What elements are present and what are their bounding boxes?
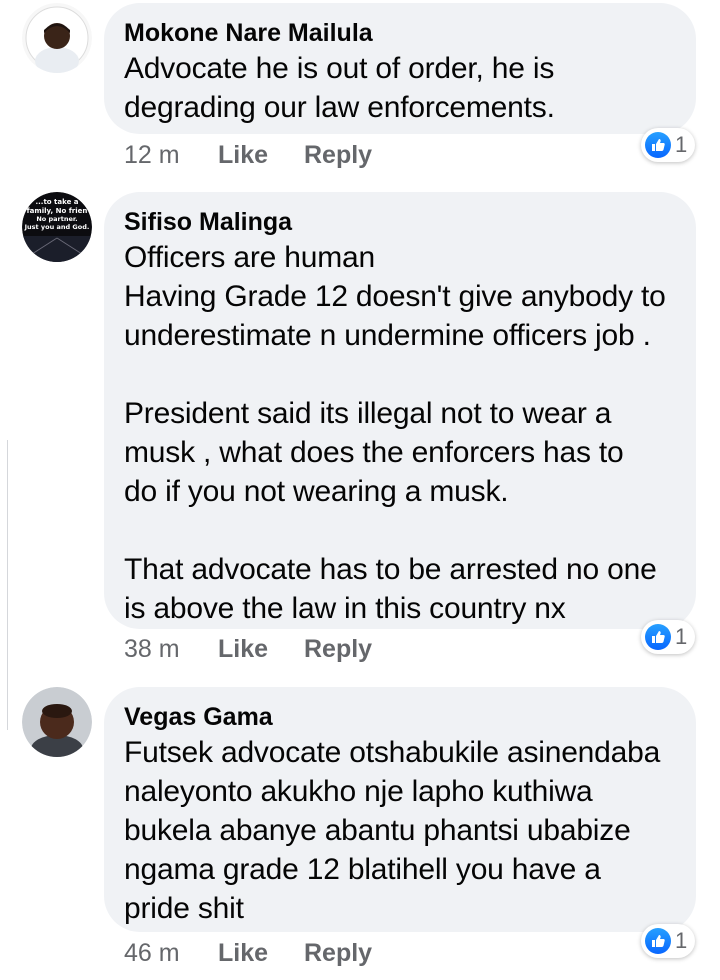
like-reaction-icon [645, 132, 671, 158]
left-edge-divider [7, 440, 8, 730]
avatar[interactable] [22, 687, 92, 757]
avatar[interactable]: ...to take a family, No frien No partner… [22, 192, 92, 262]
comment-actions: 38 m Like Reply [124, 634, 372, 664]
like-reaction-icon [645, 624, 671, 650]
comment-text: Officers are human Having Grade 12 doesn… [124, 241, 666, 625]
comment-text: Futsek advocate otshabukile asinendaba n… [124, 736, 661, 925]
reply-button[interactable]: Reply [304, 634, 372, 664]
avatar-photo [22, 3, 92, 73]
comment-author[interactable]: Mokone Nare Mailula [124, 17, 672, 49]
comment-author[interactable]: Sifiso Malinga [124, 206, 672, 238]
like-button[interactable]: Like [218, 938, 304, 968]
reaction-count: 1 [675, 624, 688, 649]
reaction-summary[interactable]: 1 [641, 620, 696, 654]
comment-timestamp[interactable]: 46 m [124, 938, 218, 968]
reaction-count: 1 [675, 928, 688, 953]
reply-button[interactable]: Reply [304, 140, 372, 170]
comment-timestamp[interactable]: 38 m [124, 634, 218, 664]
reply-button[interactable]: Reply [304, 938, 372, 968]
comment-timestamp[interactable]: 12 m [124, 140, 218, 170]
comment-bubble: Vegas Gama Futsek advocate otshabukile a… [104, 687, 696, 932]
svg-text:Just you and God.: Just you and God. [24, 223, 90, 231]
comment-bubble: Mokone Nare Mailula Advocate he is out o… [104, 3, 696, 134]
like-reaction-icon [645, 928, 671, 954]
comment-actions: 46 m Like Reply [124, 938, 372, 968]
comment-author[interactable]: Vegas Gama [124, 701, 672, 733]
comment-bubble: Sifiso Malinga Officers are human Having… [104, 192, 696, 629]
reaction-count: 1 [675, 132, 688, 157]
reaction-summary[interactable]: 1 [641, 924, 696, 958]
comment-actions: 12 m Like Reply [124, 140, 372, 170]
like-button[interactable]: Like [218, 634, 304, 664]
avatar-photo [22, 687, 92, 757]
svg-text:No partner.: No partner. [36, 215, 77, 223]
avatar-photo: ...to take a family, No frien No partner… [22, 192, 92, 262]
svg-text:family, No frien: family, No frien [27, 207, 88, 215]
reaction-summary[interactable]: 1 [641, 128, 696, 162]
svg-text:...to take a: ...to take a [35, 198, 78, 206]
comment-text: Advocate he is out of order, he is degra… [124, 52, 555, 124]
avatar[interactable] [22, 3, 92, 73]
like-button[interactable]: Like [218, 140, 304, 170]
